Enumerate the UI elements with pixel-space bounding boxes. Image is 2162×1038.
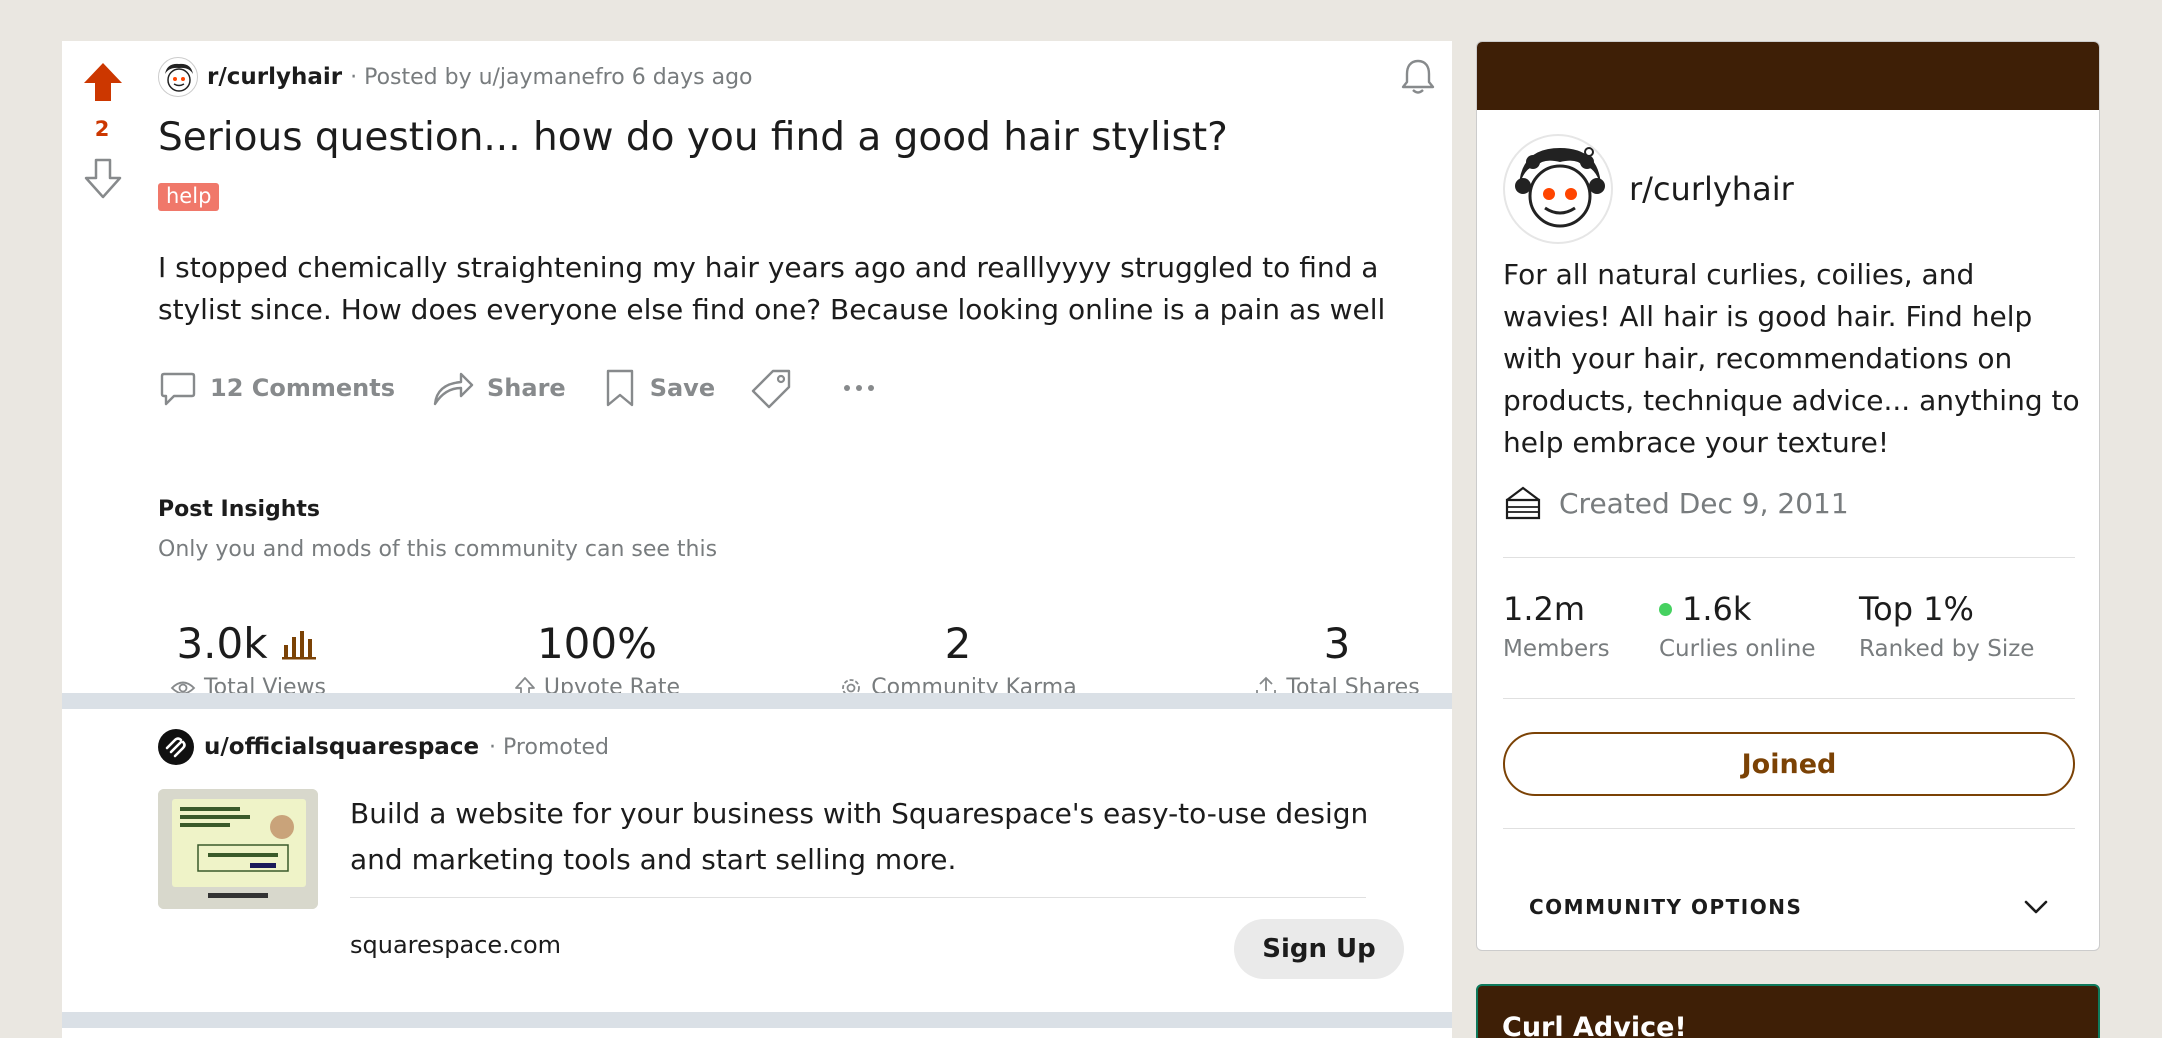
next-post-card (62, 1028, 1452, 1038)
stat-label: Curlies online (1659, 636, 1816, 662)
promoted-post[interactable]: u/officialsquarespace · Promoted Build a… (62, 709, 1452, 1012)
chevron-down-icon (2024, 900, 2048, 914)
stat-total-views: 3.0k Total Views (158, 617, 338, 700)
tag-button[interactable] (751, 367, 805, 409)
promo-user[interactable]: u/officialsquarespace (204, 734, 479, 760)
comment-icon (160, 372, 196, 406)
downvote-icon[interactable] (82, 157, 124, 201)
sign-up-button[interactable]: Sign Up (1234, 919, 1404, 979)
save-button[interactable]: Save (602, 368, 715, 408)
bell-icon[interactable] (1396, 55, 1440, 99)
promo-domain[interactable]: squarespace.com (350, 931, 561, 959)
community-name[interactable]: r/curlyhair (1629, 170, 1794, 208)
post-actions: 12 Comments Share Save (158, 363, 925, 413)
comments-button[interactable]: 12 Comments (158, 368, 395, 408)
squarespace-logo-icon[interactable] (158, 729, 194, 765)
community-description: For all natural curlies, coilies, and wa… (1503, 258, 2080, 459)
stat-online: 1.6k Curlies online (1659, 590, 1815, 662)
joined-button[interactable]: Joined (1503, 732, 2075, 796)
post-title[interactable]: Serious question... how do you find a go… (158, 115, 1228, 160)
stat-members: 1.2m Members (1503, 590, 1610, 662)
promo-divider (350, 897, 1366, 898)
feed-divider (62, 693, 1452, 709)
community-options-toggle[interactable]: COMMUNITY OPTIONS (1503, 882, 2075, 932)
community-created: Created Dec 9, 2011 (1503, 484, 1849, 522)
share-button[interactable]: Share (431, 368, 566, 408)
cake-icon (1505, 486, 1541, 520)
insights-subtitle: Only you and mods of this community can … (158, 537, 718, 562)
post-meta: · Posted by u/jaymanefro 6 days ago (350, 64, 753, 90)
subreddit-avatar[interactable] (158, 57, 198, 97)
promo-thumbnail[interactable] (158, 789, 318, 909)
community-options-label: COMMUNITY OPTIONS (1529, 895, 1803, 919)
more-options-button[interactable] (841, 378, 889, 398)
insights-title: Post Insights (158, 497, 321, 522)
online-dot-icon (1659, 602, 1672, 616)
feed-divider (62, 1012, 1452, 1028)
stat-upvote-rate: 100% Upvote Rate (482, 617, 712, 700)
promoted-label: Promoted (503, 734, 609, 760)
post-flair[interactable]: help (158, 183, 220, 211)
stat-total-shares: 3 Total Shares (1242, 617, 1432, 700)
community-banner (1477, 42, 2099, 110)
stat-value: 3 (1323, 618, 1351, 668)
promoted-tag: · Promoted (489, 734, 609, 760)
save-label: Save (649, 374, 716, 402)
vote-count: 2 (94, 117, 110, 141)
stat-rank: Top 1% Ranked by Size (1859, 590, 2034, 662)
stat-value: 1.6k (1682, 590, 1752, 628)
more-icon (844, 385, 875, 391)
stat-community-karma: 2 Community Karma (828, 617, 1088, 700)
community-card: r/curlyhair For all natural curlies, coi… (1476, 41, 2100, 951)
stat-value: 1.2m (1503, 590, 1586, 628)
sidebar-divider (1503, 698, 2075, 699)
comments-label: 12 Comments (210, 374, 395, 402)
promo-header: u/officialsquarespace · Promoted (158, 727, 609, 767)
community-header: r/curlyhair (1503, 134, 1794, 244)
sidebar-divider (1503, 557, 2075, 558)
stat-label: Ranked by Size (1859, 636, 2035, 662)
subreddit-name[interactable]: r/curlyhair (207, 64, 342, 90)
created-date: Created Dec 9, 2011 (1559, 486, 1849, 520)
bar-chart-icon[interactable] (280, 625, 320, 661)
tag-icon (751, 369, 791, 409)
share-icon (433, 372, 474, 406)
curl-advice-card: Curl Advice! (1476, 984, 2100, 1038)
stat-value: 2 (944, 618, 972, 668)
curl-advice-title: Curl Advice! (1502, 1012, 1687, 1038)
post-body: I stopped chemically straightening my ha… (158, 251, 1386, 326)
stat-label: Members (1503, 636, 1610, 662)
stat-value: 100% (536, 618, 658, 668)
stat-value: Top 1% (1859, 590, 1974, 628)
sidebar-divider (1503, 828, 2075, 829)
post-header: r/curlyhair · Posted by u/jaymanefro 6 d… (158, 57, 753, 97)
community-avatar[interactable] (1503, 134, 1613, 244)
upvote-icon[interactable] (80, 59, 126, 105)
bookmark-icon (606, 369, 633, 407)
promo-text[interactable]: Build a website for your business with S… (350, 791, 1390, 883)
post-card: 2 r/curlyhair · Posted by u/jaymanefro 6… (62, 41, 1452, 700)
stat-value: 3.0k (176, 618, 268, 668)
share-label: Share (487, 374, 566, 402)
